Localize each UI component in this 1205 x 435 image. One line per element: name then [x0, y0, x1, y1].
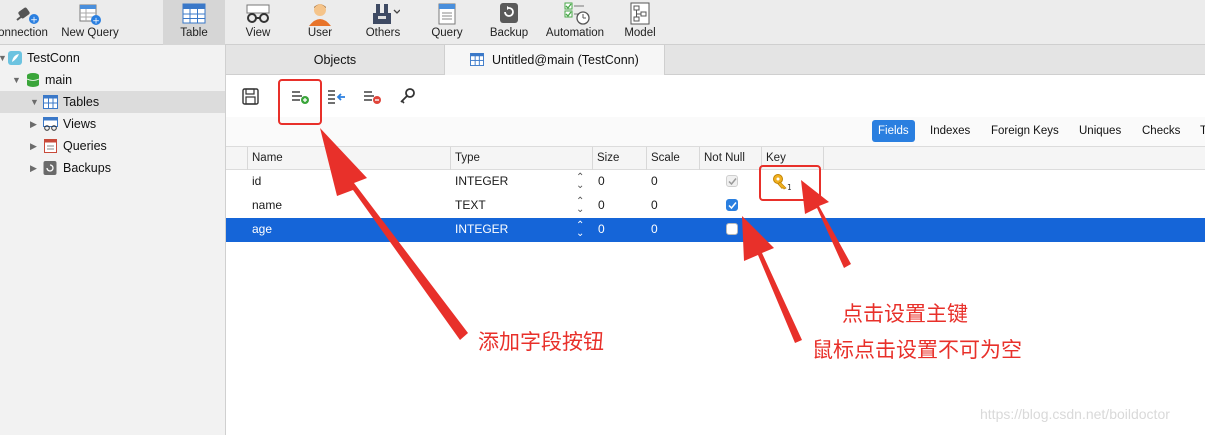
arrow-to-not-null-icon: [742, 216, 802, 343]
arrow-to-add-field-icon: [320, 128, 468, 340]
annotation-arrows: [320, 128, 851, 343]
annotation-add-field-text: 添加字段按钮: [478, 330, 604, 354]
watermark-text: https://blog.csdn.net/boildoctor: [980, 406, 1170, 422]
arrow-to-key-icon: [801, 180, 851, 268]
annotation-not-null-text: 鼠标点击设置不可为空: [812, 338, 1022, 362]
annotation-primary-key-text: 点击设置主键: [842, 302, 968, 326]
